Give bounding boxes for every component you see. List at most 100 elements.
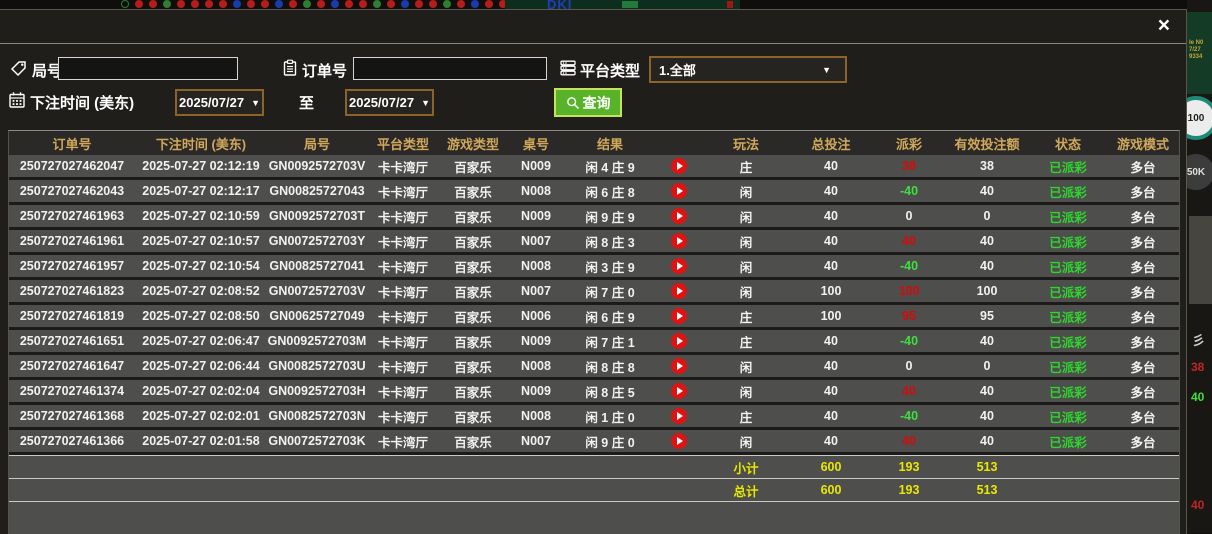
cell-total-bet: 40 [789,155,873,180]
date-from-select[interactable]: 2025/07/27 ▼ [175,89,264,116]
cell-result: 闲 8 庄 8 [565,355,655,380]
cell-total-bet: 40 [789,205,873,230]
cell-platform: 卡卡湾厅 [367,330,439,355]
cell-payout: 40 [873,430,945,455]
cell-table-no: N009 [507,155,565,180]
summary-empty-cell [267,455,367,478]
chip-50k: 50K [1187,150,1212,194]
order-no-input[interactable] [353,57,547,80]
round-no-input[interactable] [58,57,238,80]
summary-valid-bet: 513 [945,455,1029,478]
cell-payout: -40 [873,405,945,430]
play-video-icon[interactable] [671,333,687,349]
play-video-icon[interactable] [671,233,687,249]
cell-game-type: 百家乐 [439,255,507,280]
column-header: 局号 [267,131,367,155]
date-to-value: 2025/07/27 [349,95,415,110]
column-header: 有效投注额 [945,131,1029,155]
cell-payout: 0 [873,205,945,230]
date-from-value: 2025/07/27 [179,95,245,110]
cell-video [655,280,703,305]
cell-game-mode: 多台 [1107,205,1179,230]
cell-result: 闲 1 庄 0 [565,405,655,430]
cell-game-mode: 多台 [1107,430,1179,455]
play-video-icon[interactable] [671,408,687,424]
records-tbody: 250727027462047 2025-07-27 02:12:19 GN0092… [9,155,1179,534]
chip-100: 100 [1187,96,1212,140]
cell-platform: 卡卡湾厅 [367,405,439,430]
background-fragment [727,1,733,8]
cell-total-bet: 40 [789,255,873,280]
cell-payout: 40 [873,380,945,405]
cell-play-type: 闲 [703,205,789,230]
play-video-icon[interactable] [671,383,687,399]
cell-valid-bet: 40 [945,430,1029,455]
cell-play-type: 庄 [703,155,789,180]
cell-result: 闲 7 庄 0 [565,280,655,305]
cell-game-type: 百家乐 [439,230,507,255]
cell-round-no: GN0082572703U [267,355,367,380]
cell-game-type: 百家乐 [439,330,507,355]
cell-platform: 卡卡湾厅 [367,305,439,330]
cell-status: 已派彩 [1029,230,1107,255]
table-row: 250727027462047 2025-07-27 02:12:19 GN0092… [9,155,1179,180]
cell-order-no: 250727027461366 [9,430,135,455]
cell-result: 闲 7 庄 1 [565,330,655,355]
cell-play-type: 闲 [703,280,789,305]
cell-play-type: 庄 [703,330,789,355]
summary-empty-cell [439,455,507,478]
cell-platform: 卡卡湾厅 [367,180,439,205]
cell-valid-bet: 40 [945,230,1029,255]
cell-game-mode: 多台 [1107,280,1179,305]
cell-status: 已派彩 [1029,280,1107,305]
column-header: 桌号 [507,131,565,155]
cell-round-no: GN0092572703V [267,155,367,180]
cell-play-type: 闲 [703,230,789,255]
cell-video [655,430,703,455]
play-video-icon[interactable] [671,183,687,199]
cell-total-bet: 40 [789,380,873,405]
summary-label: 总计 [703,478,789,501]
subtotal-row: 小计 600 193 513 [9,455,1179,478]
background-logo: DKI [547,0,573,9]
column-header [655,131,703,155]
cell-platform: 卡卡湾厅 [367,230,439,255]
summary-empty-cell [565,478,655,501]
column-header: 订单号 [9,131,135,155]
summary-empty-cell [135,455,267,478]
cell-total-bet: 40 [789,230,873,255]
cell-valid-bet: 38 [945,155,1029,180]
close-icon[interactable]: × [1158,15,1170,37]
cell-bet-time: 2025-07-27 02:12:17 [135,180,267,205]
cell-platform: 卡卡湾厅 [367,155,439,180]
play-video-icon[interactable] [671,208,687,224]
column-header: 游戏模式 [1107,131,1179,155]
column-header: 下注时间 (美东) [135,131,267,155]
summary-empty-cell [655,478,703,501]
chevron-down-icon: ▼ [251,97,260,108]
play-video-icon[interactable] [671,308,687,324]
cell-platform: 卡卡湾厅 [367,430,439,455]
play-video-icon[interactable] [671,283,687,299]
cell-game-type: 百家乐 [439,355,507,380]
play-video-icon[interactable] [671,158,687,174]
table-row: 250727027462043 2025-07-27 02:12:17 GN0082… [9,180,1179,205]
cell-video [655,255,703,280]
play-video-icon[interactable] [671,258,687,274]
background-table-patch: le N0 7/27 9334 [1187,12,1212,94]
summary-empty-cell [9,455,135,478]
platform-type-select[interactable]: 1.全部 ▼ [649,56,847,83]
search-button[interactable]: 查询 [554,88,622,117]
cell-valid-bet: 40 [945,255,1029,280]
play-video-icon[interactable] [671,358,687,374]
cell-result: 闲 8 庄 5 [565,380,655,405]
date-to-select[interactable]: 2025/07/27 ▼ [345,89,434,116]
cell-bet-time: 2025-07-27 02:08:50 [135,305,267,330]
play-video-icon[interactable] [671,433,687,449]
cell-round-no: GN00825727041 [267,255,367,280]
cell-game-mode: 多台 [1107,330,1179,355]
cell-table-no: N009 [507,205,565,230]
cell-bet-time: 2025-07-27 02:01:58 [135,430,267,455]
bet-history-modal: × 局号 订单号 平台类型 1.全部 ▼ 下注时间 (美东) 2025/07/2… [0,9,1187,534]
cell-round-no: GN0082572703N [267,405,367,430]
